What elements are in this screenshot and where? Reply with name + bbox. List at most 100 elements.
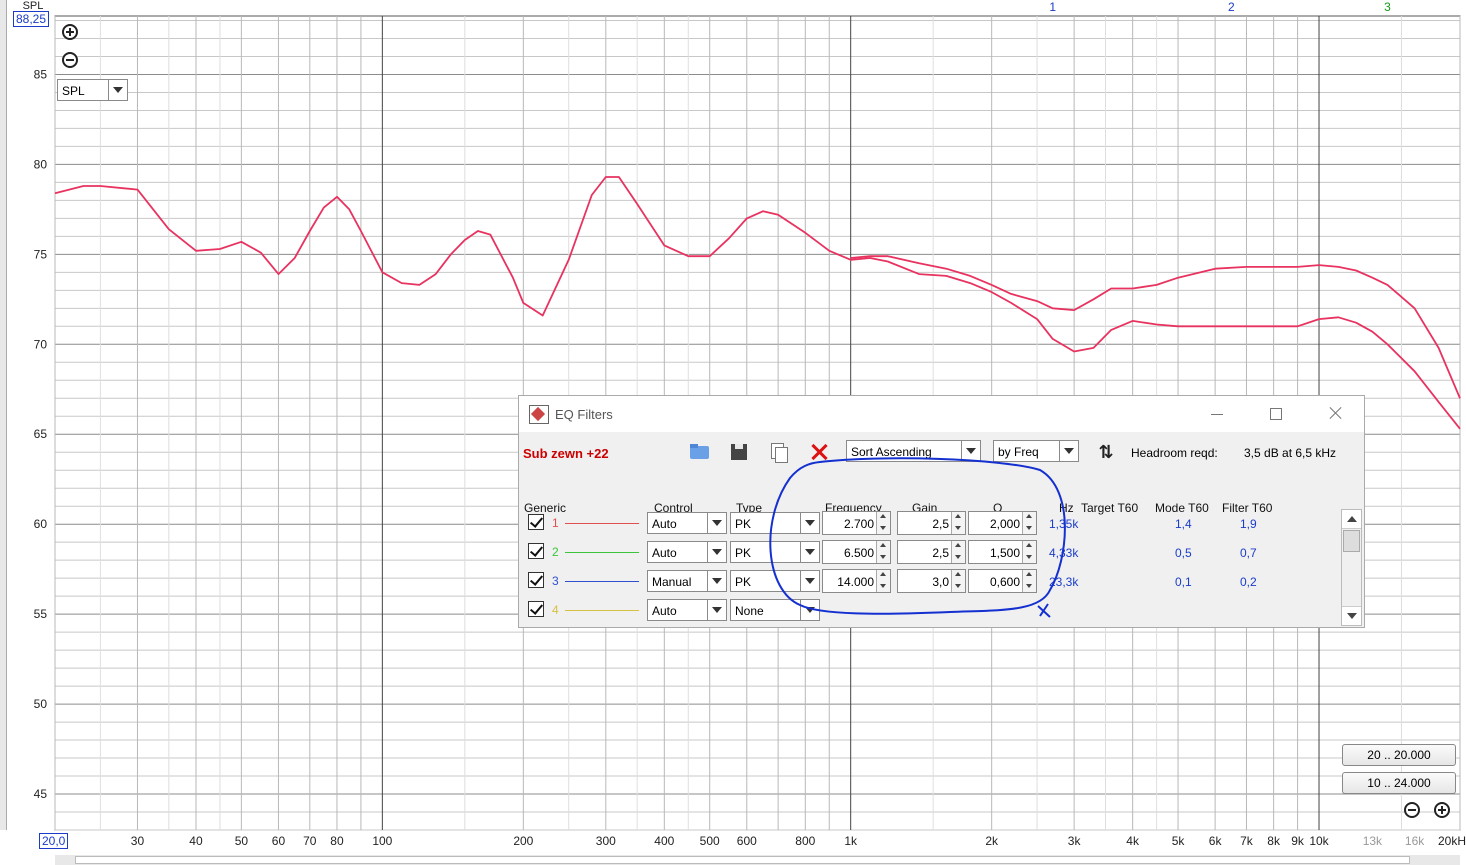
scrollbar-thumb[interactable] (1343, 530, 1360, 552)
headroom-value: 3,5 dB at 6,5 kHz (1244, 446, 1337, 460)
filter-frequency-input[interactable]: 2.700 (822, 511, 891, 535)
filter-type-select[interactable]: PK (730, 570, 820, 592)
horizontal-scrollbar[interactable] (55, 855, 1460, 865)
filter-gain-input[interactable]: 3,0 (897, 569, 966, 593)
headroom-label: Headroom reqd: (1131, 446, 1218, 460)
x-tick-label: 600 (737, 834, 757, 848)
filter-control-select[interactable]: Manual (647, 570, 727, 592)
filter-gain-input[interactable]: 2,5 (897, 511, 966, 535)
filter-q-input[interactable]: 2,000 (968, 511, 1037, 535)
sort-by-value: by Freq (998, 445, 1039, 459)
x-tick-label: 60 (272, 834, 286, 848)
scroll-up-icon[interactable] (1342, 510, 1361, 529)
sort-direction-icon[interactable]: ⇅ (1095, 441, 1117, 463)
filter-gain-value: 2,5 (932, 517, 949, 531)
dialog-titlebar[interactable]: EQ Filters (519, 396, 1364, 432)
spl-selector[interactable]: SPL (57, 79, 128, 101)
minimize-button[interactable] (1197, 402, 1237, 426)
spinner-icon[interactable] (876, 512, 890, 534)
spinner-icon[interactable] (951, 512, 965, 534)
filter-hz-value: 23,3k (1049, 575, 1079, 589)
filter-enabled-checkbox[interactable] (528, 601, 544, 617)
cursor-frequency-readout: 20,0 (39, 833, 69, 849)
y-tick-label: 55 (34, 607, 48, 621)
maximize-button[interactable] (1256, 402, 1296, 426)
spinner-icon[interactable] (1022, 541, 1036, 563)
filter-marker-label: 3 (1384, 0, 1391, 14)
scrollbar-thumb[interactable] (75, 856, 1410, 864)
copy-icon[interactable] (768, 441, 790, 463)
filter-row: 1 Auto PK 2.700 2,5 2,000 1,35k 1,4 1,9 (519, 510, 1339, 539)
y-tick-label: 50 (34, 697, 48, 711)
x-tick-label: 9k (1291, 834, 1305, 848)
save-icon[interactable] (729, 441, 751, 463)
x-tick-label: 10k (1309, 834, 1329, 848)
x-tick-label: 3k (1068, 834, 1082, 848)
x-tick-label: 50 (235, 834, 249, 848)
zoom-out-y-icon[interactable] (62, 52, 78, 68)
sort-mode-value: Sort Ascending (851, 445, 932, 459)
sort-by-select[interactable]: by Freq (993, 440, 1079, 462)
y-tick-label: 60 (34, 517, 48, 531)
filter-frequency-value: 2.700 (843, 517, 874, 531)
chevron-down-icon (800, 600, 819, 620)
x-tick-label: 400 (654, 834, 674, 848)
x-tick-label: 30 (131, 834, 145, 848)
spinner-icon[interactable] (1022, 512, 1036, 534)
filter-frequency-input[interactable]: 14.000 (822, 569, 891, 593)
filter-control-select[interactable]: Auto (647, 599, 727, 621)
spinner-icon[interactable] (1022, 570, 1036, 592)
x-tick-label: 300 (596, 834, 616, 848)
filter-enabled-checkbox[interactable] (528, 543, 544, 559)
chevron-down-icon (800, 542, 819, 562)
spinner-icon[interactable] (876, 541, 890, 563)
spinner-icon[interactable] (951, 570, 965, 592)
filter-frequency-input[interactable]: 6.500 (822, 540, 891, 564)
filter-control-select[interactable]: Auto (647, 512, 727, 534)
filter-type-select[interactable]: PK (730, 512, 820, 534)
filter-gain-input[interactable]: 2,5 (897, 540, 966, 564)
filter-enabled-checkbox[interactable] (528, 514, 544, 530)
filter-control-select[interactable]: Auto (647, 541, 727, 563)
zoom-out-x-icon[interactable] (1404, 802, 1420, 818)
filter-q-input[interactable]: 0,600 (968, 569, 1037, 593)
x-tick-label: 5k (1172, 834, 1186, 848)
x-tick-label: 4k (1126, 834, 1140, 848)
filter-type-select[interactable]: None (730, 599, 820, 621)
x-tick-label: 800 (795, 834, 815, 848)
range-10-24000-button[interactable]: 10 .. 24.000 (1342, 772, 1456, 794)
spinner-icon[interactable] (876, 570, 890, 592)
filter-type-select[interactable]: PK (730, 541, 820, 563)
x-tick-label: 500 (700, 834, 720, 848)
chevron-down-icon (800, 571, 819, 591)
filters-scrollbar[interactable] (1341, 509, 1362, 626)
filter-control-value: Auto (652, 546, 677, 560)
close-button[interactable] (1315, 402, 1355, 426)
chevron-down-icon (108, 80, 127, 100)
filter-filter-t60: 0,7 (1240, 546, 1257, 560)
filter-mode-t60: 0,1 (1175, 575, 1192, 589)
filter-mode-t60: 1,4 (1175, 517, 1192, 531)
x-tick-label: 7k (1240, 834, 1254, 848)
filter-filter-t60: 1,9 (1240, 517, 1257, 531)
x-tick-label: 100 (372, 834, 392, 848)
scroll-down-icon[interactable] (1342, 606, 1361, 625)
range-20-20000-button[interactable]: 20 .. 20.000 (1342, 744, 1456, 766)
filter-marker-label: 1 (1049, 0, 1056, 14)
spinner-icon[interactable] (951, 541, 965, 563)
delete-icon[interactable] (808, 441, 830, 463)
sort-mode-select[interactable]: Sort Ascending (846, 440, 981, 462)
y-tick-label: 80 (34, 157, 48, 171)
filter-q-input[interactable]: 1,500 (968, 540, 1037, 564)
zoom-in-x-icon[interactable] (1434, 802, 1450, 818)
filter-enabled-checkbox[interactable] (528, 572, 544, 588)
zoom-in-y-icon[interactable] (62, 24, 78, 40)
y-tick-label: 65 (34, 427, 48, 441)
filter-q-value: 2,000 (989, 517, 1020, 531)
filter-color-line (565, 523, 639, 524)
y-tick-label: 70 (34, 337, 48, 351)
x-tick-label: 200 (513, 834, 533, 848)
chevron-down-icon (707, 542, 726, 562)
folder-icon[interactable] (689, 441, 711, 463)
chevron-down-icon (707, 600, 726, 620)
